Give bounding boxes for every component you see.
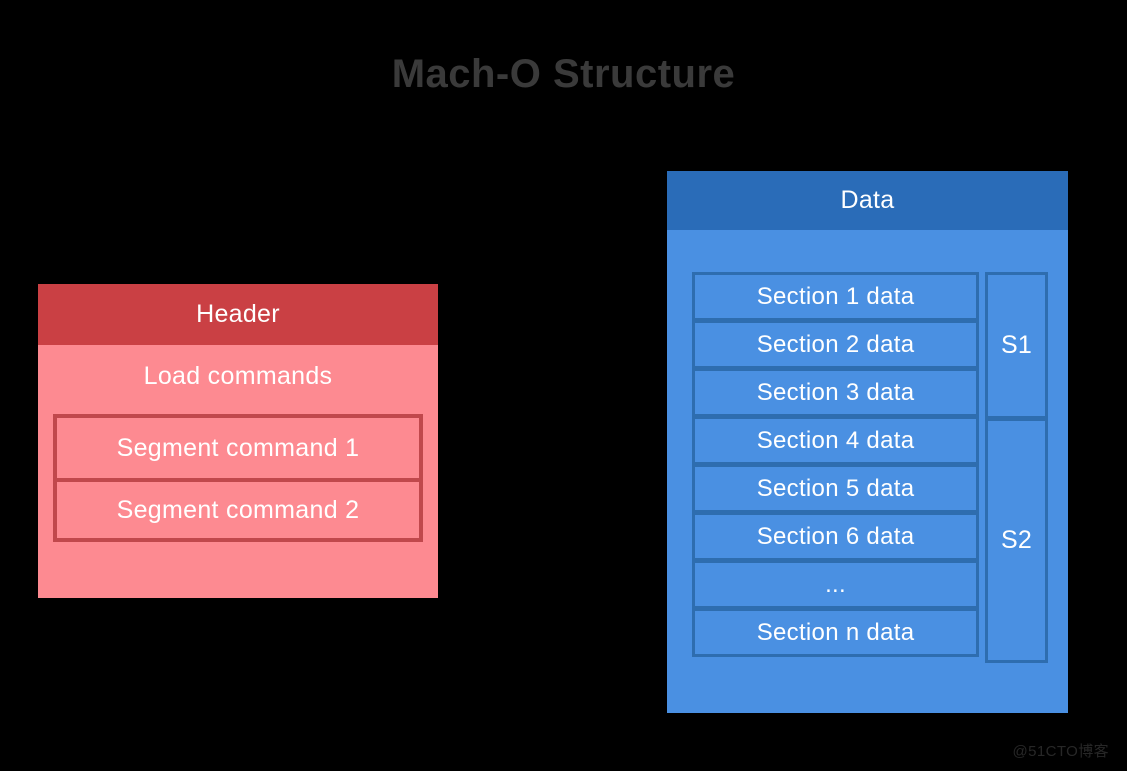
page-title: Mach-O Structure (391, 52, 736, 96)
section-row: Section 4 data (692, 416, 980, 465)
macho-header-block: Header Load commands Segment command 1 S… (38, 284, 438, 598)
segment-command-group: Segment command 1 Segment command 2 (53, 414, 423, 542)
segment-command-row: Segment command 1 (116, 433, 360, 462)
section-row: Section 1 data (692, 272, 980, 321)
header-title-bar: Header (38, 284, 438, 345)
segment-group-cell: S2 (985, 418, 1048, 663)
section-row: Section 6 data (692, 512, 980, 561)
watermark: @51CTO博客 (1012, 743, 1109, 760)
macho-data-block: Data Section 1 data Section 2 data Secti… (667, 171, 1068, 713)
segment-group-cell: S1 (985, 272, 1048, 419)
section-row: Section n data (692, 608, 980, 657)
segment-command-row: Segment command 2 (57, 478, 419, 538)
section-row: Section 5 data (692, 464, 980, 513)
data-title-bar: Data (667, 171, 1068, 230)
sections-grid: Section 1 data Section 2 data Section 3 … (692, 272, 1048, 663)
section-data-column: Section 1 data Section 2 data Section 3 … (692, 272, 980, 663)
segment-group-column: S1 S2 (985, 272, 1048, 663)
section-row-ellipsis: ... (692, 560, 980, 609)
section-row: Section 2 data (692, 320, 980, 369)
section-row: Section 3 data (692, 368, 980, 417)
load-commands-label: Load commands (143, 361, 333, 390)
